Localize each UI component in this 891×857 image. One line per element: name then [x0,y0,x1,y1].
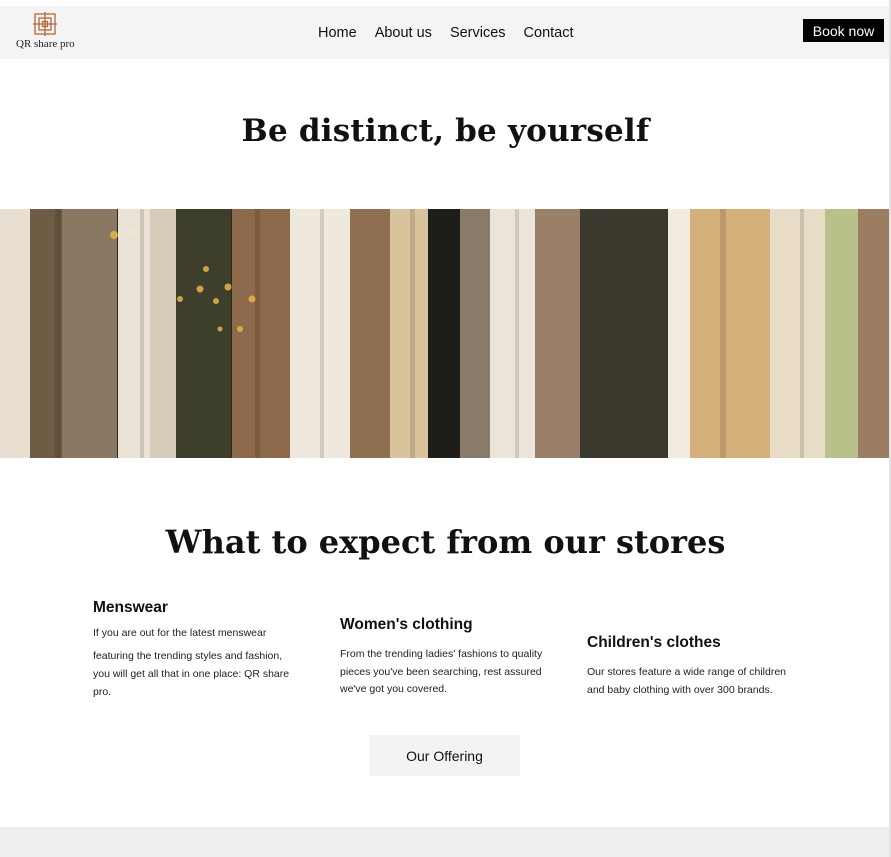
book-now-button[interactable]: Book now [803,19,884,42]
feature-text-line: and baby clothing with over 300 brands. [587,683,773,696]
clothes-rack-image [0,209,889,458]
feature-text: Our stores feature a wide range of child… [587,664,802,699]
hero-title: Be distinct, be yourself [241,113,650,149]
feature-heading: Women's clothing [340,616,473,633]
feature-text-line: we've got you covered. [340,683,448,695]
feature-heading: Children's clothes [587,634,721,651]
feature-text-line: If you are out for the latest menswear [93,627,267,639]
features-title: What to expect from our stores [165,523,726,561]
nav-item-contact[interactable]: Contact [524,25,574,41]
nav-item-home[interactable]: Home [318,25,357,41]
feature-text-line: From the trending ladies' fashions to qu… [340,648,543,660]
feature-text-line: pro. [93,686,112,698]
footer-strip [0,827,891,857]
nav-item-about-us[interactable]: About us [375,25,432,41]
our-offering-button[interactable]: Our Offering [369,735,520,776]
feature-womens-clothing: Women's clothing From the trending ladie… [340,616,555,699]
feature-text-line: pieces you've been searching, rest assur… [340,665,542,678]
feature-text: From the trending ladies' fashions to qu… [340,646,555,699]
feature-text-line: featuring the trending styles and fashio… [93,650,283,662]
feature-text-line: Our stores feature a wide range of child… [587,666,787,678]
feature-childrens-clothes: Children's clothes Our stores feature a … [587,634,802,699]
clothes-rack-illustration [0,209,889,458]
feature-heading: Menswear [93,599,168,616]
logo[interactable]: QR share pro [14,12,78,54]
feature-menswear: Menswear If you are out for the latest m… [93,599,308,701]
feature-text-line: you will get all that in one place: QR s… [93,668,290,680]
logo-text: QR share pro [16,38,75,50]
logo-mark-icon [33,12,57,36]
main-nav: Home About us Services Contact [318,6,592,59]
feature-text: If you are out for the latest menswear f… [93,624,308,701]
site-header: QR share pro Home About us Services Cont… [0,6,889,59]
nav-item-services[interactable]: Services [450,25,506,41]
